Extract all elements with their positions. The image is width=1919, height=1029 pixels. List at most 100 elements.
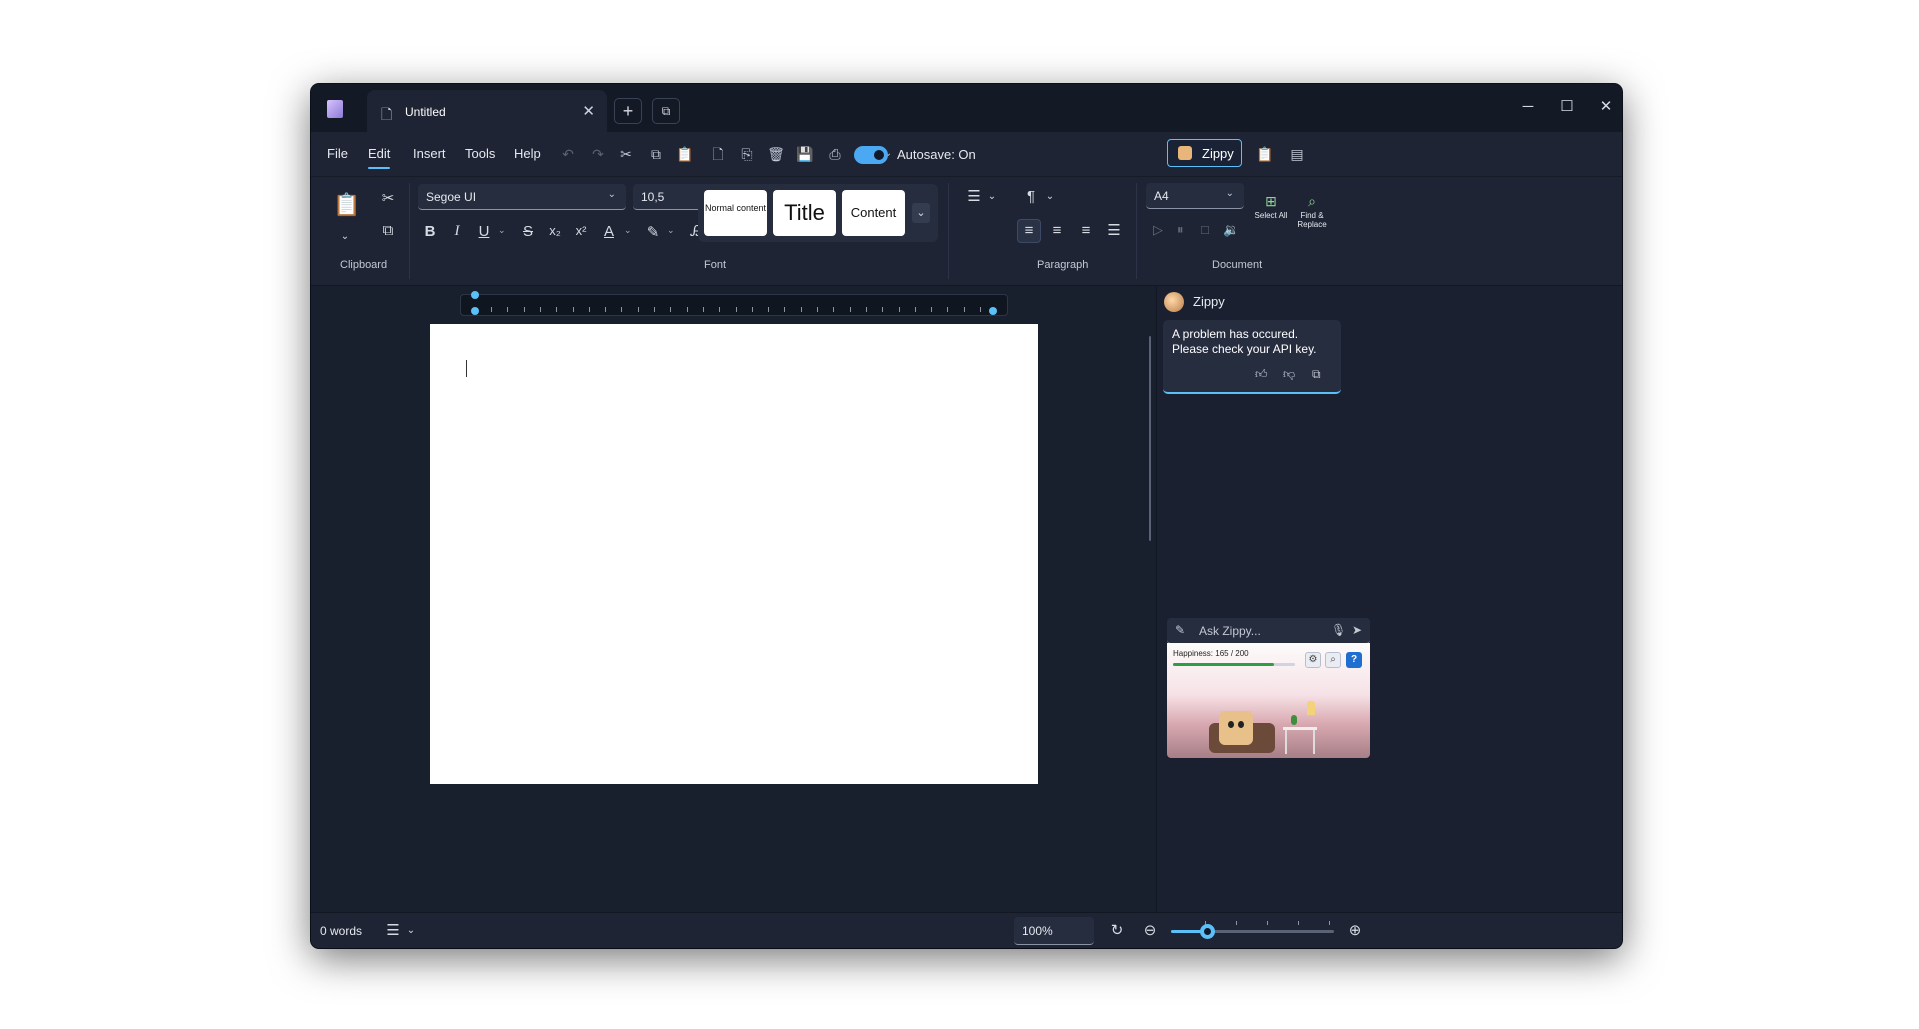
ruler-tick <box>882 307 884 312</box>
paste-icon[interactable]: 📋 <box>675 144 695 164</box>
close-tab-icon[interactable]: ✕ <box>582 102 595 120</box>
layout-panel-icon[interactable]: ▤ <box>1287 144 1307 164</box>
style-normal-content[interactable]: Normal content <box>704 190 767 236</box>
zoom-in-icon[interactable]: ⊕ <box>1346 921 1364 941</box>
list-view-icon[interactable]: ☰ <box>384 921 402 941</box>
cut-icon[interactable]: ✂ <box>378 189 398 209</box>
undo-icon[interactable]: ↶ <box>558 144 578 164</box>
highlight-chevron-icon[interactable]: ⌄ <box>667 225 675 236</box>
word-count: 0 words <box>320 924 363 938</box>
vertical-scrollbar[interactable] <box>1149 336 1151 541</box>
zoom-slider-thumb[interactable] <box>1199 924 1215 939</box>
pause-icon[interactable]: ⏸ <box>1177 222 1184 238</box>
menu-insert[interactable]: Insert <box>413 146 446 161</box>
first-line-indent-marker[interactable] <box>471 291 479 299</box>
assistant-message: A problem has occured. Please check your… <box>1163 320 1341 394</box>
brush-icon[interactable]: ✎ <box>1175 623 1185 637</box>
ruler-tick <box>702 307 704 312</box>
send-icon[interactable]: ➤ <box>1352 623 1362 637</box>
pet-creature[interactable] <box>1219 711 1253 745</box>
happiness-bar-fill <box>1173 663 1274 666</box>
close-window-button[interactable]: ✕ <box>1592 96 1620 120</box>
maximize-button[interactable]: ☐ <box>1553 96 1581 120</box>
font-family-select[interactable]: Segoe UI ⌄ <box>418 184 626 210</box>
redo-icon[interactable]: ↷ <box>588 144 608 164</box>
font-color-icon[interactable]: A <box>598 223 620 240</box>
save-icon[interactable]: 💾 <box>795 144 815 164</box>
thumbs-down-icon[interactable]: 👎︎ <box>1283 367 1295 382</box>
superscript-icon[interactable]: x² <box>570 223 592 238</box>
font-color-chevron-icon[interactable]: ⌄ <box>624 225 632 236</box>
paragraph-marks-chevron-icon[interactable]: ⌄ <box>1044 187 1056 207</box>
pet-settings-icon[interactable]: ⚙ <box>1305 652 1321 668</box>
new-tab-button[interactable]: + <box>614 98 642 124</box>
paste-options-chevron-icon[interactable]: ⌄ <box>335 227 355 247</box>
align-left-icon[interactable]: ≡ <box>1019 221 1039 241</box>
right-indent-marker[interactable] <box>989 307 997 315</box>
underline-options-chevron-icon[interactable]: ⌄ <box>498 225 506 236</box>
align-right-icon[interactable]: ≡ <box>1076 221 1096 241</box>
paste-large-icon[interactable]: 📋 <box>333 194 360 216</box>
play-icon[interactable]: ▷ <box>1153 222 1163 238</box>
copy-icon[interactable]: ⧉ <box>378 221 398 241</box>
reset-zoom-icon[interactable]: ↻ <box>1108 921 1126 941</box>
speaker-icon[interactable]: 🔉 <box>1223 222 1239 238</box>
menu-tools[interactable]: Tools <box>465 146 495 161</box>
zoom-out-icon[interactable]: ⊖ <box>1141 921 1159 941</box>
subscript-icon[interactable]: x₂ <box>544 223 566 238</box>
stop-icon[interactable]: □ <box>1201 222 1209 237</box>
zippy-button[interactable]: Zippy <box>1167 139 1242 167</box>
menu-help[interactable]: Help <box>514 146 541 161</box>
pet-search-icon[interactable]: ⌕ <box>1325 652 1341 668</box>
clipboard-panel-icon[interactable]: 📋 <box>1255 144 1275 164</box>
bold-icon[interactable]: B <box>419 223 441 240</box>
ruler[interactable] <box>460 291 1008 316</box>
paragraph-marks-icon[interactable]: ¶ <box>1021 187 1041 207</box>
list-view-chevron-icon[interactable]: ⌄ <box>405 921 417 941</box>
new-document-icon[interactable]: 🗋 <box>708 144 728 164</box>
zippy-avatar-icon <box>1164 292 1184 312</box>
status-bar: 0 words ☰ ⌄ 100% ↻ ⊖ ⊕ <box>311 912 1622 948</box>
align-center-icon[interactable]: ≡ <box>1047 221 1067 241</box>
microphone-icon[interactable]: 🎙 <box>1331 623 1346 637</box>
open-document-icon[interactable]: ⎘ <box>737 144 757 164</box>
select-all-button[interactable]: ⊞ Select All <box>1251 193 1291 220</box>
styles-more-chevron-icon[interactable]: ⌄ <box>912 203 930 223</box>
document-page[interactable] <box>430 324 1038 784</box>
cut-icon[interactable]: ✂ <box>616 144 636 164</box>
minimize-button[interactable]: ─ <box>1514 96 1542 120</box>
tab-untitled[interactable]: 🗋 Untitled ✕ <box>367 90 607 132</box>
italic-icon[interactable]: I <box>446 223 468 240</box>
page-size-select[interactable]: A4 ⌄ <box>1146 183 1244 209</box>
left-indent-marker[interactable] <box>471 307 479 315</box>
zoom-input[interactable]: 100% <box>1014 917 1094 945</box>
strikethrough-icon[interactable]: S <box>517 223 539 240</box>
find-replace-button[interactable]: ⌕ Find & Replace <box>1292 193 1332 229</box>
bullet-list-icon[interactable]: ☰ <box>964 187 984 207</box>
delete-icon[interactable]: 🗑 <box>766 144 786 164</box>
autosave-toggle[interactable] <box>854 146 888 164</box>
lamp-illustration <box>1307 701 1315 715</box>
text-caret <box>466 360 467 377</box>
zoom-slider[interactable] <box>1171 921 1334 939</box>
bullet-list-chevron-icon[interactable]: ⌄ <box>986 187 998 207</box>
thumbs-up-icon[interactable]: 👍︎ <box>1255 367 1268 382</box>
menu-edit[interactable]: Edit <box>368 146 391 169</box>
tab-title: Untitled <box>405 105 446 119</box>
ask-zippy-placeholder: Ask Zippy... <box>1199 624 1261 638</box>
justify-icon[interactable]: ☰ <box>1104 221 1124 241</box>
copy-icon[interactable]: ⧉ <box>646 144 666 164</box>
tab-actions-button[interactable]: ⧉ <box>652 98 680 124</box>
menu-file[interactable]: File <box>327 146 348 161</box>
highlight-icon[interactable]: ✎ <box>642 223 664 241</box>
copy-message-icon[interactable]: ⧉ <box>1312 367 1321 382</box>
print-icon[interactable]: ⎙ <box>825 144 845 164</box>
underline-icon[interactable]: U <box>473 223 495 240</box>
ruler-tick <box>507 307 509 312</box>
pet-help-icon[interactable]: ? <box>1346 652 1362 668</box>
ruler-tick <box>865 307 867 312</box>
select-all-icon: ⊞ <box>1265 193 1277 209</box>
style-title[interactable]: Title <box>773 190 836 236</box>
style-content[interactable]: Content <box>842 190 905 236</box>
ask-zippy-input[interactable]: ✎ Ask Zippy... 🎙 ➤ <box>1167 618 1370 644</box>
